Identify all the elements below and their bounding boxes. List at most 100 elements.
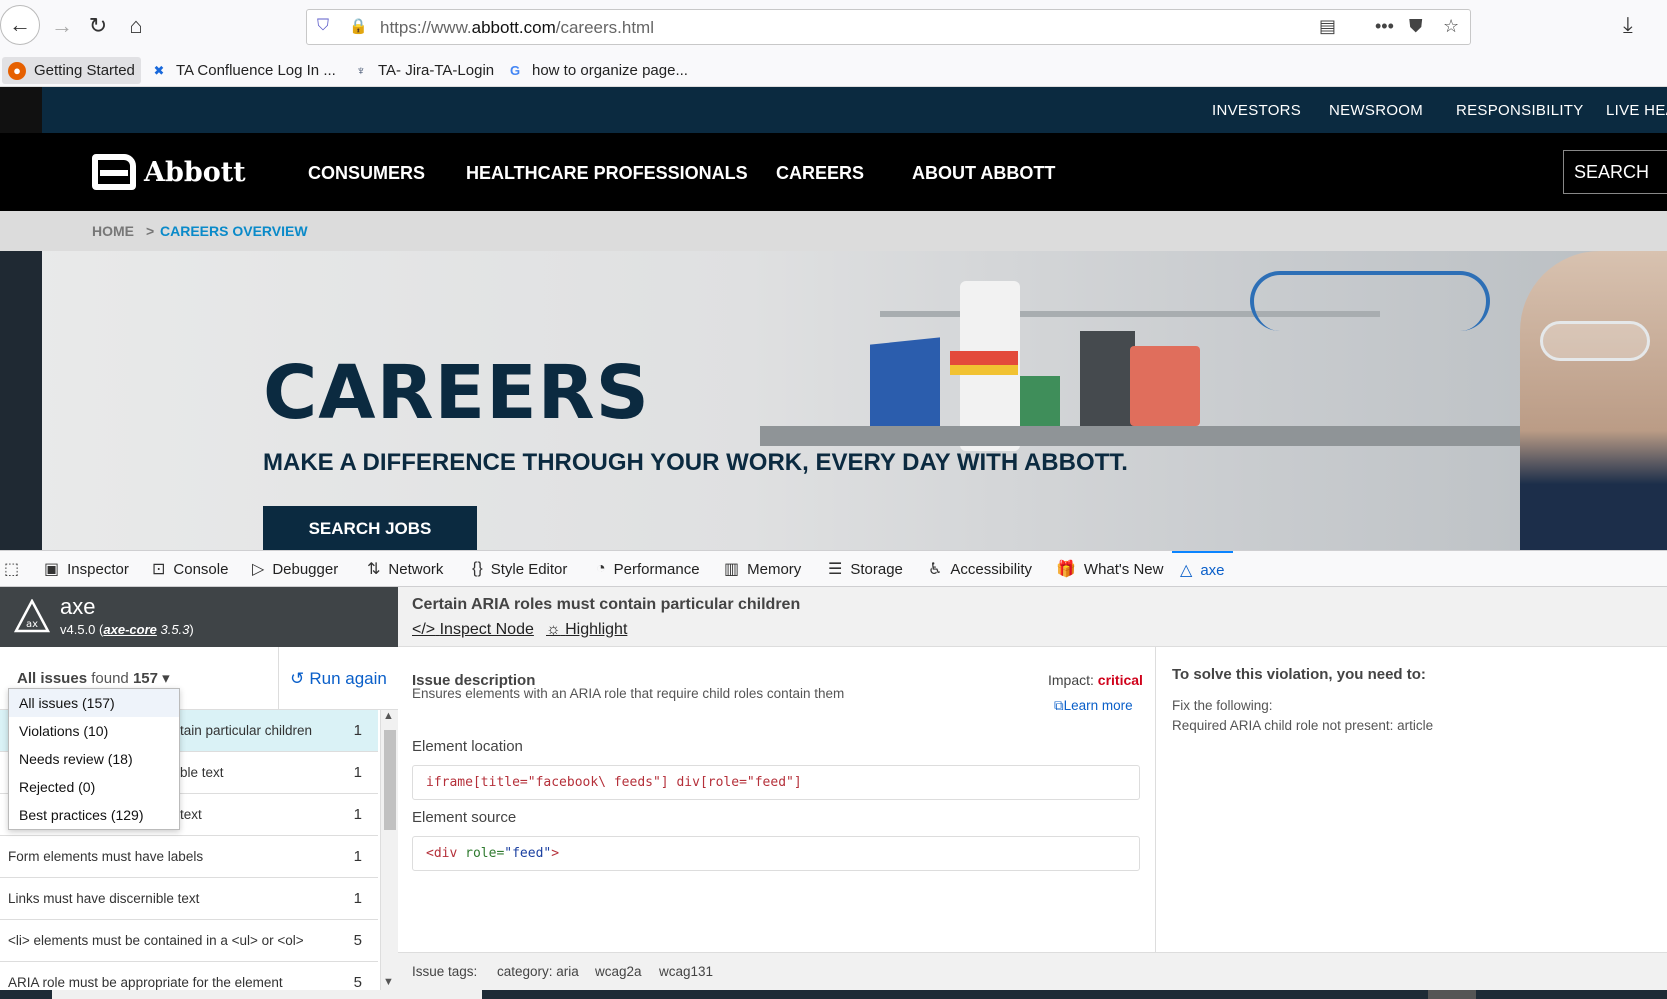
breadcrumb-home[interactable]: HOME <box>92 223 134 239</box>
style-editor-icon: {} <box>472 560 483 577</box>
bottom-bar <box>0 990 1667 999</box>
issue-list-scrollbar[interactable]: ▲ ▼ <box>380 710 398 990</box>
breadcrumb-current[interactable]: CAREERS OVERVIEW <box>160 223 308 239</box>
shield-icon: ⛉ <box>317 17 330 34</box>
memory-icon: ▥ <box>724 561 740 578</box>
confluence-icon: ✖ <box>153 62 165 78</box>
element-location-code[interactable]: iframe[title="facebook\ feeds"] div[role… <box>412 765 1140 800</box>
hero-banner: CAREERS MAKE A DIFFERENCE THROUGH YOUR W… <box>0 251 1667 550</box>
tab-accessibility[interactable]: ♿ Accessibility <box>928 551 1032 587</box>
browser-window: { "browser": { "url_prefix": "https://ww… <box>0 0 1667 999</box>
run-again-button[interactable]: ↺ Run again <box>278 647 398 710</box>
abbott-logo-mark <box>92 154 136 190</box>
hero-image-label-red <box>950 351 1018 365</box>
chevron-down-icon[interactable]: ▼ <box>383 976 394 988</box>
debugger-icon: ▷ <box>252 561 265 578</box>
devtools-tabbar: ⬚ ▣ Inspector ⊡ Console ▷ Debugger ⇅ Network… <box>0 550 1667 587</box>
bookmark-jira[interactable]: ♆ TA- Jira-TA-Login <box>346 57 500 84</box>
abbott-logo[interactable]: Abbott <box>92 154 246 190</box>
search-jobs-button[interactable]: SEARCH JOBS <box>263 506 477 550</box>
breadcrumb-separator: > <box>146 223 155 239</box>
caret-down-icon: ▾ <box>162 670 170 687</box>
reader-view-icon[interactable]: ▤ <box>1319 16 1336 37</box>
axe-logo-icon: ax <box>14 599 50 633</box>
forward-button[interactable]: → <box>44 6 80 46</box>
axe-header: ax axe v4.5.0 (axe-core 3.5.3) <box>0 587 398 647</box>
list-item[interactable]: Links must have discernible text 1 <box>0 878 378 920</box>
filter-option-all[interactable]: All issues (157) <box>9 689 179 717</box>
pick-element-icon: ⬚ <box>4 561 20 578</box>
bookmarks-bar: ● Getting Started ✖ TA Confluence Log In .… <box>0 54 1667 87</box>
list-item[interactable]: Form elements must have labels 1 <box>0 836 378 878</box>
home-button[interactable]: ⌂ <box>118 6 154 46</box>
list-item[interactable]: ARIA role must be appropriate for the el… <box>0 962 378 990</box>
tab-label: Performance <box>613 560 700 578</box>
url-bar[interactable]: ⛉ 🔒 https://www.abbott.com/careers.html … <box>306 9 1471 45</box>
list-item[interactable]: <li> elements must be contained in a <ul… <box>0 920 378 962</box>
more-actions-icon[interactable]: ••• <box>1375 16 1394 37</box>
tab-inspector[interactable]: ▣ Inspector <box>44 551 129 587</box>
download-icon[interactable]: ⤓ <box>1623 12 1633 38</box>
hero-image-dark-box <box>1080 331 1135 441</box>
tab-style-editor[interactable]: {} Style Editor <box>472 551 567 587</box>
nav-healthcare-professionals[interactable]: HEALTHCARE PROFESSIONALS <box>466 163 748 184</box>
tab-label: Storage <box>850 560 903 578</box>
storage-icon: ☰ <box>828 561 843 578</box>
axe-icon: △ <box>1180 562 1193 579</box>
site-search-input[interactable]: SEARCH <box>1563 150 1667 194</box>
axe-core-link[interactable]: axe-core <box>103 622 156 637</box>
chevron-up-icon[interactable]: ▲ <box>383 710 394 722</box>
bookmark-getting-started[interactable]: ● Getting Started <box>2 57 141 84</box>
element-source-code[interactable]: <div role="feed"> <box>412 836 1140 871</box>
tab-network[interactable]: ⇅ Network <box>367 551 443 587</box>
code-icon: </> <box>412 621 436 638</box>
tab-performance[interactable]: ◔ Performance <box>596 551 700 587</box>
network-icon: ⇅ <box>367 561 381 578</box>
filter-option-violations[interactable]: Violations (10) <box>9 717 179 745</box>
browser-toolbar: ← → ↻ ⌂ ⛉ 🔒 https://www.abbott.com/caree… <box>0 0 1667 54</box>
util-link-responsibility[interactable]: RESPONSIBILITY <box>1456 102 1584 119</box>
scroll-thumb[interactable] <box>384 730 396 830</box>
reload-button[interactable]: ↻ <box>80 6 116 46</box>
star-icon[interactable]: ☆ <box>1443 16 1459 37</box>
inspect-node-link[interactable]: </> Inspect Node <box>412 621 534 639</box>
solve-panel: To solve this violation, you need to: Fi… <box>1156 647 1667 952</box>
back-button[interactable]: ← <box>0 5 40 45</box>
bookmark-google[interactable]: Ghow to organize page... <box>500 57 694 84</box>
tab-console[interactable]: ⊡ Console <box>152 551 228 587</box>
tab-axe[interactable]: △ axe <box>1172 551 1233 587</box>
tab-memory[interactable]: ▥ Memory <box>724 551 801 587</box>
issue-tag: wcag131 <box>659 964 714 979</box>
bookmark-confluence[interactable]: ✖ TA Confluence Log In ... <box>144 57 342 84</box>
filter-option-needs-review[interactable]: Needs review (18) <box>9 745 179 773</box>
sun-icon: ☼ <box>546 621 561 638</box>
arrow-left-icon: ← <box>9 12 31 37</box>
arrow-right-icon: → <box>51 13 73 38</box>
util-link-newsroom[interactable]: NEWSROOM <box>1329 102 1423 119</box>
bookmark-label: TA Confluence Log In ... <box>176 62 336 79</box>
util-link-live-healthy[interactable]: LIVE HEA <box>1606 102 1667 119</box>
filter-option-rejected[interactable]: Rejected (0) <box>9 773 179 801</box>
issue-filter-select[interactable]: All issues found 157 ▾ <box>17 669 170 687</box>
tab-label: Console <box>173 560 229 578</box>
tab-label: Memory <box>747 560 802 578</box>
tab-label: Network <box>388 560 444 578</box>
util-link-investors[interactable]: INVESTORS <box>1212 102 1301 119</box>
home-icon: ⌂ <box>129 13 143 38</box>
breadcrumb: HOME > CAREERS OVERVIEW <box>0 211 1667 251</box>
tab-whats-new[interactable]: 🎁 What's New <box>1056 551 1163 587</box>
impact-value: critical <box>1097 672 1143 688</box>
tab-label: axe <box>1200 561 1225 579</box>
nav-careers[interactable]: CAREERS <box>776 163 864 184</box>
nav-consumers[interactable]: CONSUMERS <box>308 163 425 184</box>
pick-element-button[interactable]: ⬚ <box>4 551 27 587</box>
reload-icon: ↻ <box>88 13 108 38</box>
learn-more-link[interactable]: ⧉Learn more <box>1054 698 1133 714</box>
highlight-link[interactable]: ☼ Highlight <box>546 621 627 639</box>
nav-about-abbott[interactable]: ABOUT ABBOTT <box>912 163 1055 184</box>
filter-option-best-practices[interactable]: Best practices (129) <box>9 801 179 829</box>
pocket-icon[interactable]: ⛊ <box>1409 16 1423 37</box>
tab-storage[interactable]: ☰ Storage <box>828 551 903 587</box>
tab-debugger[interactable]: ▷ Debugger <box>252 551 338 587</box>
issue-filter-dropdown: All issues (157) Violations (10) Needs r… <box>8 688 180 830</box>
